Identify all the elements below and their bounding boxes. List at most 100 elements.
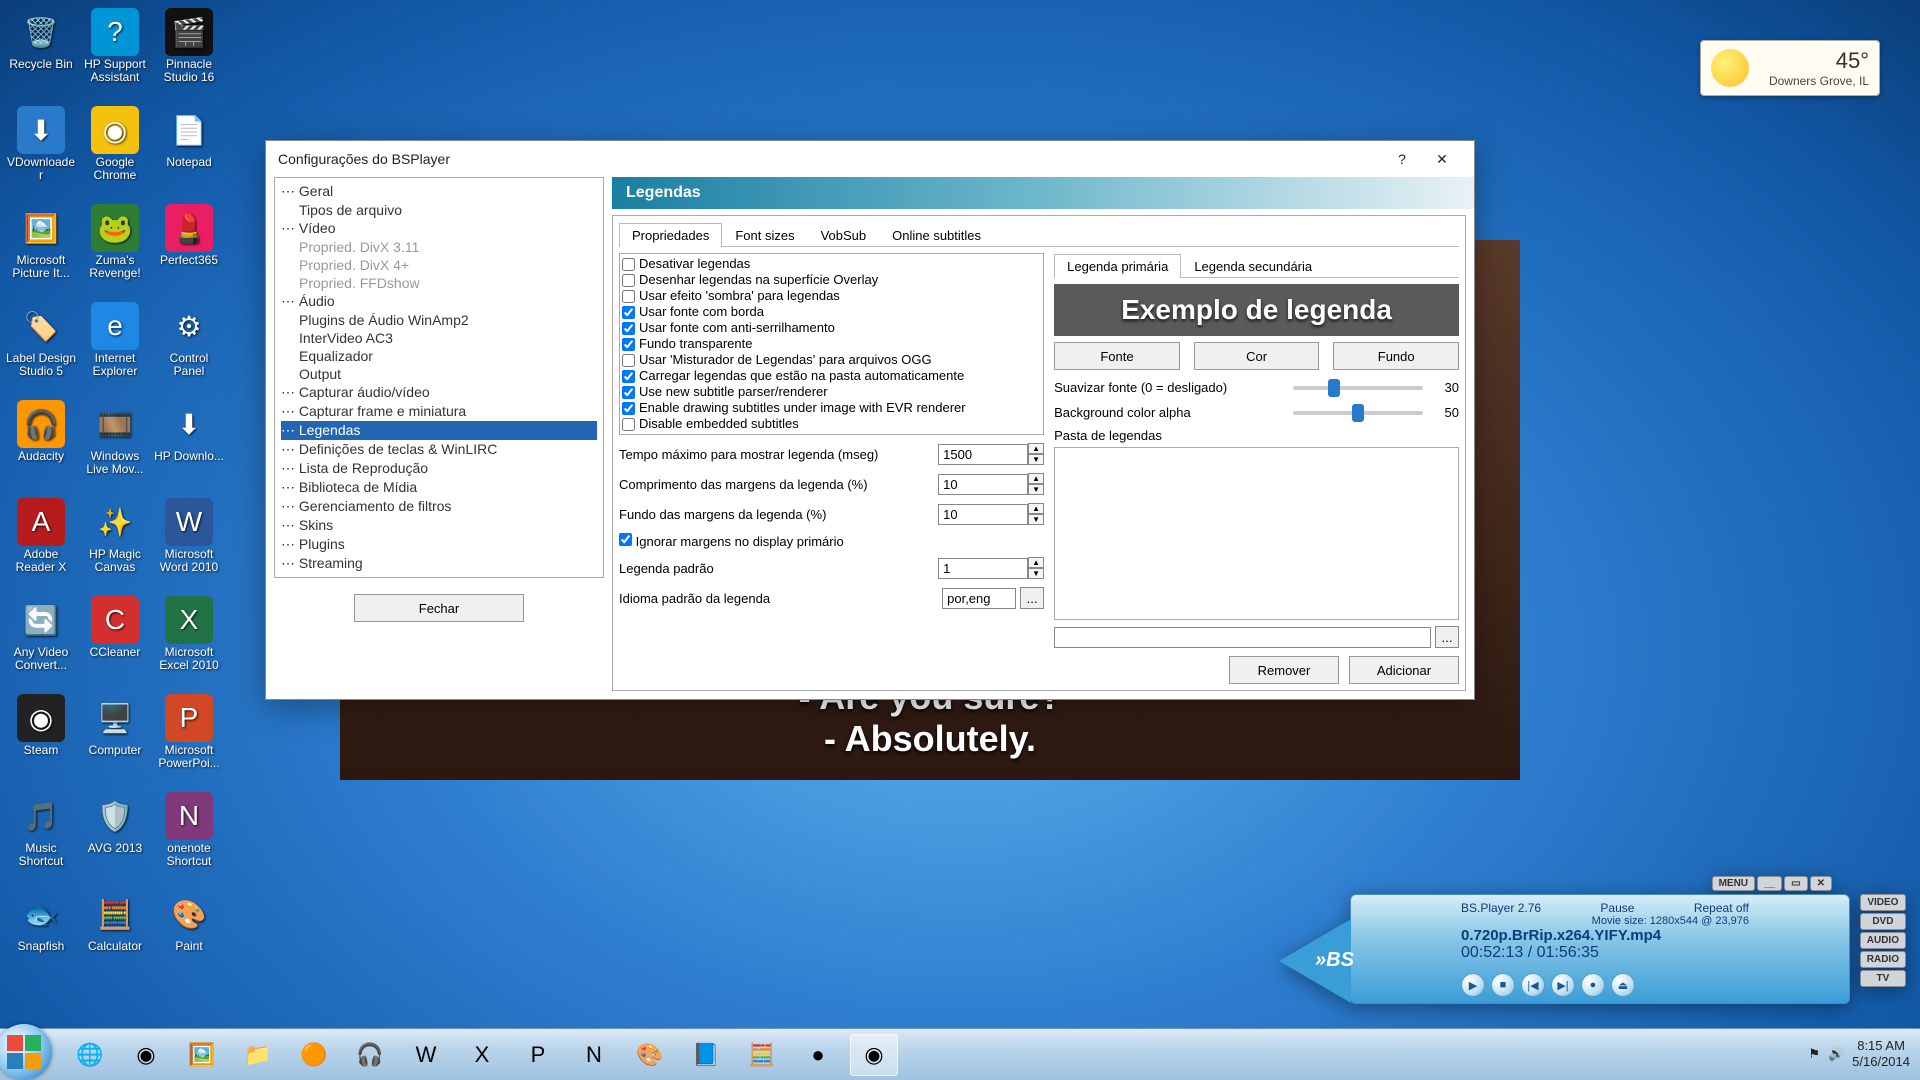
close-button[interactable]: ✕ xyxy=(1422,145,1462,173)
pasta-listbox[interactable] xyxy=(1054,447,1459,620)
tree-item[interactable]: ⋯ Definições de teclas & WinLIRC xyxy=(281,440,597,459)
settings-tree[interactable]: ⋯ GeralTipos de arquivo⋯ VídeoPropried. … xyxy=(274,177,604,578)
tree-item[interactable]: Propried. DivX 3.11 xyxy=(281,238,597,256)
ignorar-checkbox[interactable]: Ignorar margens no display primário xyxy=(619,533,844,549)
taskbar-item[interactable]: 🎧 xyxy=(346,1034,394,1076)
fonte-button[interactable]: Fonte xyxy=(1054,342,1180,370)
taskbar-item[interactable]: N xyxy=(570,1034,618,1076)
tree-item[interactable]: ⋯ Plugins xyxy=(281,535,597,554)
pasta-browse[interactable]: ... xyxy=(1435,626,1459,648)
tree-item[interactable]: ⋯ Capturar frame e miniatura xyxy=(281,402,597,421)
desktop-icon[interactable]: ◉Google Chrome xyxy=(78,102,152,200)
desktop-icon[interactable]: XMicrosoft Excel 2010 xyxy=(152,592,226,690)
option-checkbox[interactable]: Disable embedded subtitles xyxy=(622,416,1041,432)
taskbar-item[interactable]: 🧮 xyxy=(738,1034,786,1076)
tree-item[interactable]: ⋯ Legendas xyxy=(281,421,597,440)
tree-item[interactable]: ⋯ Capturar áudio/vídeo xyxy=(281,383,597,402)
play-button[interactable]: ▶ xyxy=(1461,973,1485,997)
tree-item[interactable]: Plugins de Áudio WinAmp2 xyxy=(281,311,597,329)
fechar-button[interactable]: Fechar xyxy=(354,594,524,622)
desktop-icon[interactable]: ?HP Support Assistant xyxy=(78,4,152,102)
option-checkbox[interactable]: Usar fonte com anti-serrilhamento xyxy=(622,320,1041,336)
desktop-icon[interactable]: CCCleaner xyxy=(78,592,152,690)
help-button[interactable]: ? xyxy=(1382,145,1422,173)
tree-item[interactable]: InterVideo AC3 xyxy=(281,329,597,347)
desktop-icon[interactable]: WMicrosoft Word 2010 xyxy=(152,494,226,592)
desktop-icon[interactable]: ✨HP Magic Canvas xyxy=(78,494,152,592)
desktop-icon[interactable]: 🐟Snapfish xyxy=(4,886,78,984)
desktop-icon[interactable]: ⚙Control Panel xyxy=(152,298,226,396)
prev-button[interactable]: |◀ xyxy=(1521,973,1545,997)
spinner[interactable]: ▲▼ xyxy=(1028,557,1044,579)
subtab[interactable]: Legenda secundária xyxy=(1181,254,1325,278)
desktop-icon[interactable]: Nonenote Shortcut xyxy=(152,788,226,886)
player-close[interactable]: ✕ xyxy=(1810,876,1832,891)
player-mode-dvd[interactable]: DVD xyxy=(1860,913,1906,930)
taskbar-item[interactable]: 🌐 xyxy=(66,1034,114,1076)
desktop-icon[interactable]: ⬇HP Downlo... xyxy=(152,396,226,494)
taskbar-item[interactable]: P xyxy=(514,1034,562,1076)
tree-item[interactable]: ⋯ Gerenciamento de filtros xyxy=(281,497,597,516)
desktop-icon[interactable]: ◉Steam xyxy=(4,690,78,788)
desktop-icon[interactable]: 🏷️Label Design Studio 5 xyxy=(4,298,78,396)
alpha-slider[interactable] xyxy=(1293,411,1423,415)
taskbar-item[interactable]: W xyxy=(402,1034,450,1076)
option-checkbox[interactable]: Desativar legendas xyxy=(622,256,1041,272)
tree-item[interactable]: Equalizador xyxy=(281,347,597,365)
comprimento-input[interactable] xyxy=(938,474,1028,495)
desktop-icon[interactable]: 💄Perfect365 xyxy=(152,200,226,298)
idioma-browse[interactable]: ... xyxy=(1020,587,1044,609)
option-checkbox[interactable]: Use new subtitle parser/renderer xyxy=(622,384,1041,400)
player-mode-radio[interactable]: RADIO xyxy=(1860,951,1906,968)
fundo-input[interactable] xyxy=(938,504,1028,525)
options-listbox[interactable]: Desativar legendasDesenhar legendas na s… xyxy=(619,253,1044,435)
taskbar-item[interactable]: 🎨 xyxy=(626,1034,674,1076)
spinner[interactable]: ▲▼ xyxy=(1028,473,1044,495)
taskbar-item[interactable]: 🖼️ xyxy=(178,1034,226,1076)
system-tray[interactable]: ⚑ 🔊 8:15 AM 5/16/2014 xyxy=(1808,1028,1916,1080)
tray-flag-icon[interactable]: ⚑ xyxy=(1808,1046,1820,1062)
tray-volume-icon[interactable]: 🔊 xyxy=(1828,1046,1844,1062)
suavizar-slider[interactable] xyxy=(1293,386,1423,390)
desktop-icon[interactable]: 🐸Zuma's Revenge! xyxy=(78,200,152,298)
tree-item[interactable]: ⋯ Biblioteca de Mídia xyxy=(281,478,597,497)
desktop-icon[interactable]: 🖼️Microsoft Picture It... xyxy=(4,200,78,298)
subtab[interactable]: Legenda primária xyxy=(1054,254,1181,278)
option-checkbox[interactable]: Usar 'Misturador de Legendas' para arqui… xyxy=(622,352,1041,368)
tempo-input[interactable] xyxy=(938,444,1028,465)
taskbar-item[interactable]: ● xyxy=(794,1034,842,1076)
tree-item[interactable]: ⋯ Skins xyxy=(281,516,597,535)
option-checkbox[interactable]: Usar efeito 'sombra' para legendas xyxy=(622,288,1041,304)
option-checkbox[interactable]: Usar fonte com borda xyxy=(622,304,1041,320)
pasta-input[interactable] xyxy=(1054,627,1431,648)
desktop-icon[interactable]: 🖥️Computer xyxy=(78,690,152,788)
idioma-input[interactable] xyxy=(942,588,1016,609)
option-checkbox[interactable]: Carregar legendas que estão na pasta aut… xyxy=(622,368,1041,384)
player-min[interactable]: __ xyxy=(1757,876,1782,891)
desktop-icon[interactable]: 🧮Calculator xyxy=(78,886,152,984)
fundo-button[interactable]: Fundo xyxy=(1333,342,1459,370)
desktop-icon[interactable]: AAdobe Reader X xyxy=(4,494,78,592)
tree-item[interactable]: ⋯ Geral xyxy=(281,182,597,201)
taskbar-item[interactable]: 🟠 xyxy=(290,1034,338,1076)
tree-item[interactable]: ⋯ Streaming xyxy=(281,554,597,573)
taskbar-clock[interactable]: 8:15 AM 5/16/2014 xyxy=(1852,1038,1910,1069)
desktop-icon[interactable]: 🎧Audacity xyxy=(4,396,78,494)
player-mode-tv[interactable]: TV xyxy=(1860,970,1906,987)
option-checkbox[interactable]: Fundo transparente xyxy=(622,336,1041,352)
spinner[interactable]: ▲▼ xyxy=(1028,503,1044,525)
adicionar-button[interactable]: Adicionar xyxy=(1349,656,1459,684)
tab[interactable]: Propriedades xyxy=(619,223,722,247)
tab[interactable]: Online subtitles xyxy=(879,223,994,247)
taskbar-item[interactable]: 📘 xyxy=(682,1034,730,1076)
taskbar-item[interactable]: 📁 xyxy=(234,1034,282,1076)
desktop-icon[interactable]: 🎞️Windows Live Mov... xyxy=(78,396,152,494)
tree-item[interactable]: Tipos de arquivo xyxy=(281,201,597,219)
start-button[interactable] xyxy=(0,1024,52,1080)
option-checkbox[interactable]: Desenhar legendas na superfície Overlay xyxy=(622,272,1041,288)
taskbar-item[interactable]: X xyxy=(458,1034,506,1076)
bsplayer-widget[interactable]: MENU __ ▭ ✕ »BS BS.Player 2.76PauseRepea… xyxy=(1350,876,1850,1026)
cor-button[interactable]: Cor xyxy=(1194,342,1320,370)
remover-button[interactable]: Remover xyxy=(1229,656,1339,684)
tree-item[interactable]: ⋯ Vídeo xyxy=(281,219,597,238)
